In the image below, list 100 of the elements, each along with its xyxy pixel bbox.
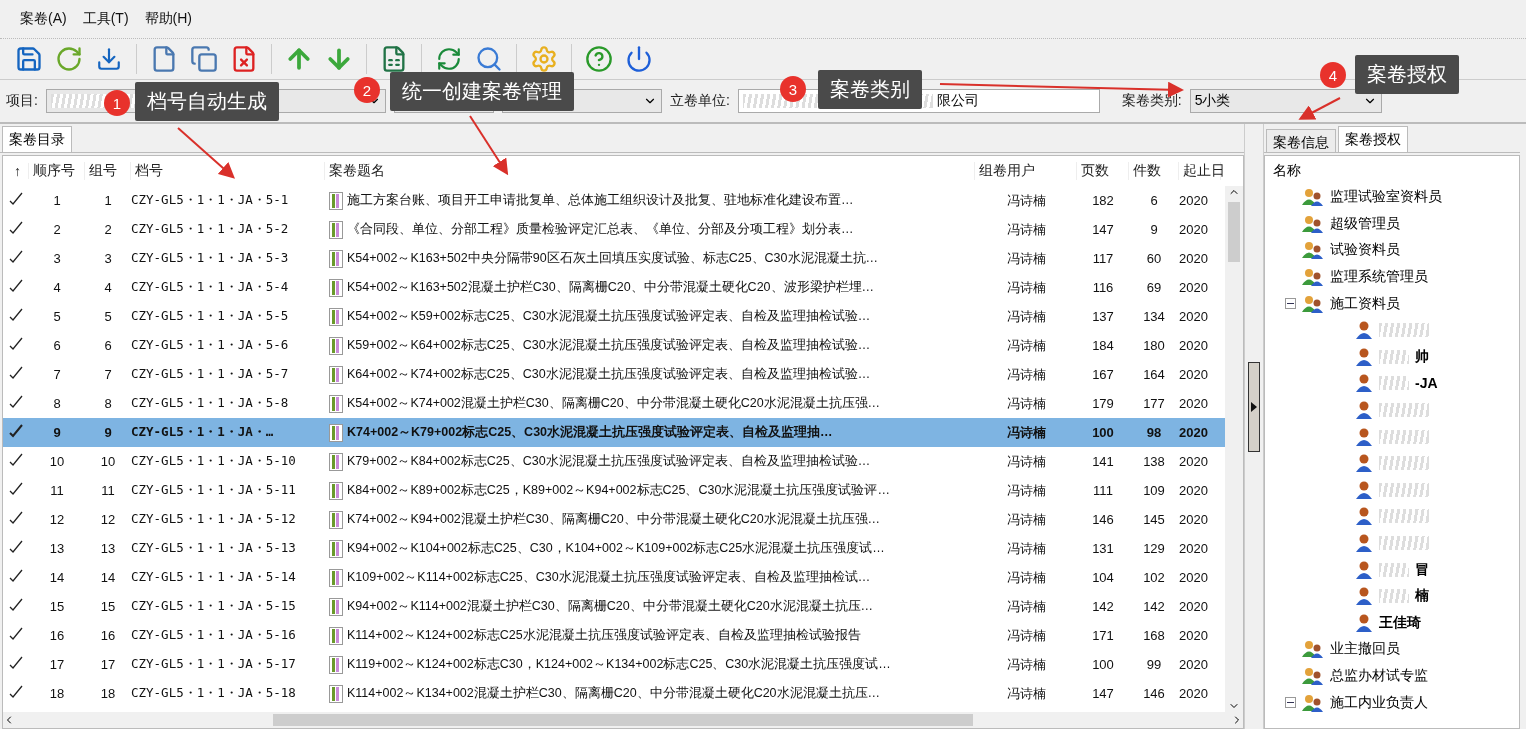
table-cell-text: 177: [1142, 396, 1166, 411]
table-cell-text: 15: [99, 599, 117, 614]
table-cell-text: 6: [52, 338, 62, 353]
table-cell-text: 冯诗楠: [1005, 510, 1047, 529]
table-cell: K54+002～K59+002标志C25、C30水泥混凝土抗压强度试验评定表、自检及监理抽检试验…: [347, 308, 871, 325]
table-cell-text: CZY-GL5・1・1・JA・5-6: [131, 337, 290, 354]
table-cell-text: 164: [1142, 367, 1166, 382]
table-cell: K119+002～K124+002标志C30，K124+002～K134+002标志C25、C30水泥混凝土抗压强度试…: [347, 656, 891, 673]
table-cell-text: 69: [1145, 280, 1163, 295]
annotation-tooltip: 案卷授权: [1355, 55, 1459, 94]
table-cell-text: CZY-GL5・1・1・JA・…: [131, 424, 275, 441]
table-cell-text: 9: [52, 425, 62, 440]
table-cell-text: 2020: [1179, 686, 1209, 701]
table-cell-text: 179: [1091, 396, 1115, 411]
table-cell-text: 142: [1091, 599, 1115, 614]
table-cell-text: 2020: [1179, 454, 1209, 469]
table-cell-text: 111: [1092, 483, 1114, 498]
table-cell: K114+002～K134+002混凝土护栏C30、隔离栅C20、中分带混凝土硬化C20水泥混凝土抗压…: [347, 685, 881, 702]
table-cell-text: 冯诗楠: [1005, 597, 1047, 616]
table-cell-text: 102: [1142, 570, 1166, 585]
table-cell-text: 2020: [1179, 570, 1209, 585]
table-cell-text: 冯诗楠: [1005, 568, 1047, 587]
table-cell-text: 17: [48, 657, 66, 672]
table-cell-text: 11: [49, 483, 65, 498]
table-cell-text: CZY-GL5・1・1・JA・5-16: [131, 627, 297, 644]
table-cell-text: 141: [1091, 454, 1115, 469]
table-cell-text: 1: [52, 193, 62, 208]
table-cell-text: 182: [1091, 193, 1115, 208]
table-cell-text: 6: [1149, 193, 1159, 208]
table-cell-text: 5: [103, 309, 113, 324]
table-cell-text: 2020: [1179, 512, 1209, 527]
table-cell-text: 100: [1091, 657, 1115, 672]
table-cell-text: CZY-GL5・1・1・JA・5-1: [131, 192, 290, 209]
table-cell-text: 冯诗楠: [1005, 307, 1047, 326]
table-cell: K64+002～K74+002标志C25、C30水泥混凝土抗压强度试验评定表、自检及监理抽检试验…: [347, 366, 871, 383]
table-cell-text: 2: [103, 222, 113, 237]
table-cell: K79+002～K84+002标志C25、C30水泥混凝土抗压强度试验评定表、自检及监理抽检试验…: [347, 453, 871, 470]
table-cell-text: 2020: [1179, 280, 1209, 295]
table-cell-text: 60: [1145, 251, 1163, 266]
table-cell: K74+002～K94+002混凝土护栏C30、隔离栅C20、中分带混凝土硬化C20水泥混凝土抗压强…: [347, 511, 881, 528]
table-cell-text: 冯诗楠: [1005, 191, 1047, 210]
table-cell-text: 129: [1142, 541, 1166, 556]
table-cell-text: 131: [1091, 541, 1115, 556]
table-cell-text: 2020: [1179, 193, 1209, 208]
table-cell-text: CZY-GL5・1・1・JA・5-10: [131, 453, 297, 470]
table-cell: K84+002～K89+002标志C25，K89+002～K94+002标志C25、C30水泥混凝土抗压强度试验评…: [347, 482, 890, 499]
table-cell-text: 4: [103, 280, 113, 295]
table-cell-text: 104: [1091, 570, 1115, 585]
table-cell-text: 7: [103, 367, 113, 382]
table-cell-text: 8: [103, 396, 113, 411]
table-cell-text: 9: [103, 425, 113, 440]
table-cell: 施工方案台账、项目开工申请批复单、总体施工组织设计及批复、驻地标准化建设布置…: [347, 192, 854, 209]
table-cell-text: 冯诗楠: [1005, 423, 1047, 442]
table-cell-text: 134: [1142, 309, 1166, 324]
table-cell-text: 冯诗楠: [1005, 481, 1047, 500]
table-cell-text: 6: [103, 338, 113, 353]
table-cell-text: 冯诗楠: [1005, 220, 1047, 239]
table-cell-text: CZY-GL5・1・1・JA・5-7: [131, 366, 290, 383]
table-cell-text: 10: [48, 454, 66, 469]
table-cell-text: 13: [99, 541, 117, 556]
annotation-tooltip: 案卷类别: [818, 70, 922, 109]
table-cell-text: 2020: [1179, 396, 1209, 411]
table-cell-text: 109: [1142, 483, 1166, 498]
table-cell-text: 116: [1091, 280, 1115, 295]
table-cell-text: 17: [99, 657, 117, 672]
table-cell-text: 冯诗楠: [1005, 452, 1047, 471]
table-cell-text: CZY-GL5・1・1・JA・5-13: [131, 540, 297, 557]
table-cell-text: 2020: [1179, 628, 1209, 643]
table-cell-text: 18: [48, 686, 66, 701]
annotation-tooltip: 统一创建案卷管理: [390, 72, 574, 111]
table-cell-text: 冯诗楠: [1005, 336, 1047, 355]
table-cell-text: 4: [52, 280, 62, 295]
table-cell-text: 14: [48, 570, 66, 585]
table-cell-text: CZY-GL5・1・1・JA・5-17: [131, 656, 297, 673]
table-cell-text: 167: [1091, 367, 1115, 382]
field-label: 立卷单位:: [669, 92, 730, 110]
table-cell: K109+002～K114+002标志C25、C30水泥混凝土抗压强度试验评定表、自检及监理抽检试…: [347, 569, 871, 586]
column-header: 名称: [1273, 162, 1302, 180]
table-cell-text: 冯诗楠: [1005, 365, 1047, 384]
table-cell-text: 10: [99, 454, 117, 469]
step-number-tooltip: 4: [1320, 62, 1346, 88]
table-cell: K74+002～K79+002标志C25、C30水泥混凝土抗压强度试验评定表、自检及监理抽…: [347, 424, 833, 441]
table-cell-text: 2020: [1179, 309, 1209, 324]
table-cell-text: 1: [103, 193, 113, 208]
table-cell-text: 2020: [1179, 338, 1209, 353]
table-cell-text: 冯诗楠: [1005, 394, 1047, 413]
table-cell-text: CZY-GL5・1・1・JA・5-14: [131, 569, 297, 586]
table-cell-text: CZY-GL5・1・1・JA・5-18: [131, 685, 297, 702]
table-cell-text: CZY-GL5・1・1・JA・5-8: [131, 395, 290, 412]
table-cell: K59+002～K64+002标志C25、C30水泥混凝土抗压强度试验评定表、自检及监理抽检试验…: [347, 337, 871, 354]
table-cell-text: 99: [1145, 657, 1163, 672]
table-cell-text: CZY-GL5・1・1・JA・5-5: [131, 308, 290, 325]
table-cell-text: CZY-GL5・1・1・JA・5-3: [131, 250, 290, 267]
table-cell-text: 2: [52, 222, 62, 237]
table-cell-text: 3: [103, 251, 113, 266]
table-cell-text: 137: [1091, 309, 1115, 324]
table-cell-text: CZY-GL5・1・1・JA・5-11: [131, 482, 297, 499]
step-number-tooltip: 2: [354, 77, 380, 103]
table-cell-text: 18: [99, 686, 117, 701]
table-cell-text: 9: [1149, 222, 1159, 237]
